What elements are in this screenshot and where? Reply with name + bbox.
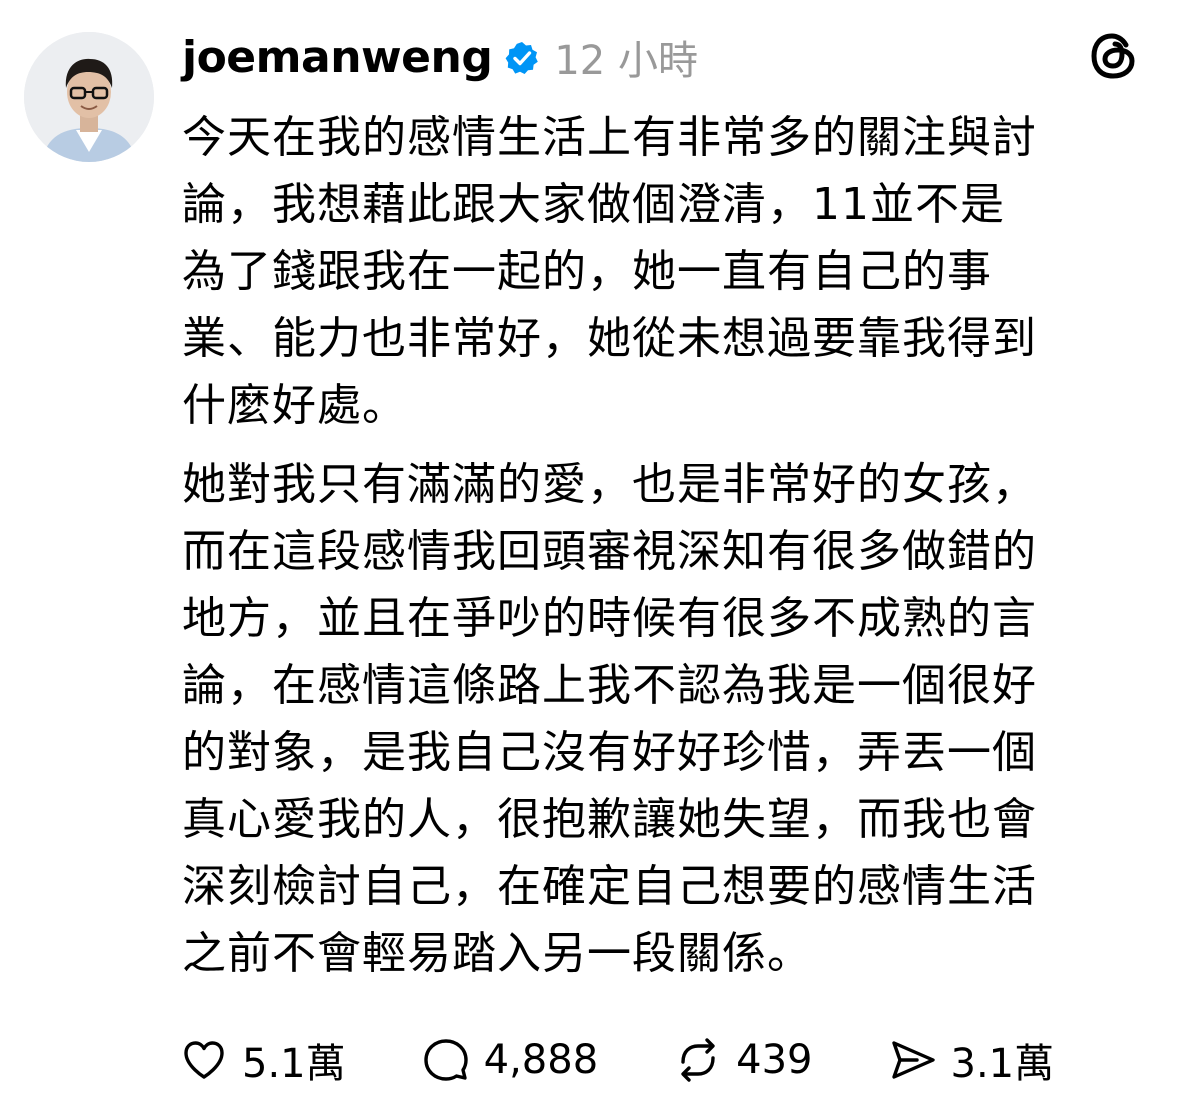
post-time: 12 小時 — [554, 38, 698, 84]
threads-post: joemanweng 12 小時 今天在我的感情生活上有非常多的關注與討 論，我… — [0, 0, 1179, 1105]
repost-button[interactable]: 439 — [674, 1036, 813, 1084]
repost-count: 439 — [736, 1037, 813, 1083]
post-body: 今天在我的感情生活上有非常多的關注與討 論，我想藉此跟大家做個澄清，11並不是 … — [182, 104, 1152, 987]
repost-icon — [681, 1038, 715, 1082]
reply-count: 4,888 — [483, 1037, 599, 1083]
comment-icon — [423, 1039, 468, 1081]
share-button[interactable]: 3.1萬 — [889, 1031, 1055, 1089]
share-count: 3.1萬 — [950, 1041, 1055, 1087]
heart-icon — [184, 1041, 224, 1079]
post-header: joemanweng 12 小時 — [182, 22, 698, 92]
share-icon — [891, 1041, 935, 1079]
reply-button[interactable]: 4,888 — [422, 1036, 599, 1084]
post-actions: 5.1萬 4,888 439 3.1萬 — [180, 1030, 1054, 1090]
profile-avatar-image — [24, 32, 154, 162]
post-paragraph-1: 今天在我的感情生活上有非常多的關注與討 論，我想藉此跟大家做個澄清，11並不是 … — [182, 112, 1037, 431]
verified-badge-icon — [504, 40, 540, 76]
like-button[interactable]: 5.1萬 — [180, 1031, 346, 1089]
threads-logo-icon[interactable] — [1088, 30, 1140, 82]
avatar[interactable] — [24, 32, 154, 162]
username[interactable]: joemanweng — [182, 32, 493, 83]
like-count: 5.1萬 — [242, 1041, 346, 1087]
post-paragraph-2: 她對我只有滿滿的愛，也是非常好的女孩， 而在這段感情我回頭審視深知有很多做錯的 … — [182, 459, 1037, 979]
